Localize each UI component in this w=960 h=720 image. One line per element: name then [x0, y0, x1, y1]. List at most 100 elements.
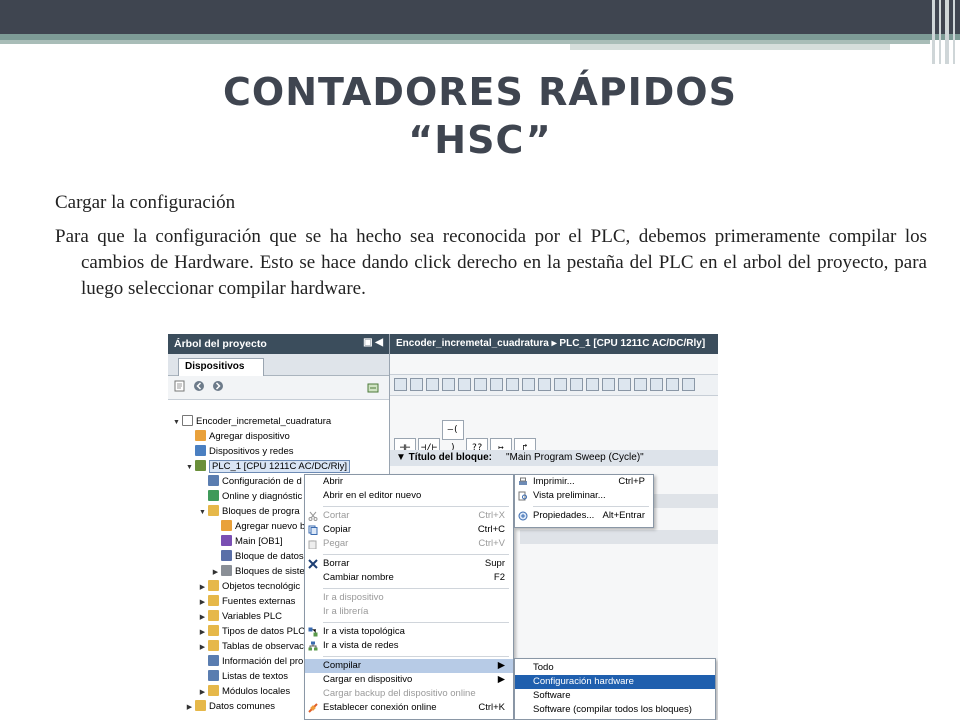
- menu-item-cortar[interactable]: Cortar Ctrl+X: [305, 509, 513, 523]
- menu-item-propiedades[interactable]: Propiedades... Alt+Entrar: [515, 509, 653, 523]
- project-icon: [182, 415, 193, 426]
- menu-item-vista-preliminar[interactable]: Vista preliminar...: [515, 489, 653, 503]
- panel-buttons[interactable]: ▣ ◀: [363, 337, 383, 348]
- print-preview-icon: [518, 491, 527, 501]
- toolbar-button[interactable]: [650, 378, 663, 391]
- diagnostics-icon: [208, 490, 219, 501]
- tab-strip: Dispositivos: [168, 354, 389, 376]
- menu-item-pegar[interactable]: Pegar Ctrl+V: [305, 537, 513, 551]
- block-title-label: ▼ Título del bloque:: [396, 452, 492, 463]
- menu-item-ir-libreria[interactable]: Ir a librería: [305, 605, 513, 619]
- submenu-item-software[interactable]: Software: [515, 689, 715, 703]
- folder-icon: [208, 625, 219, 636]
- toolbar-button[interactable]: [490, 378, 503, 391]
- toolbar-button[interactable]: [426, 378, 439, 391]
- topology-icon: [308, 627, 318, 637]
- toolbar-button[interactable]: [410, 378, 423, 391]
- plc-icon: [195, 460, 206, 471]
- submenu-arrow-icon: ▶: [497, 660, 505, 671]
- slide-subtitle: Cargar la configuración: [55, 192, 236, 213]
- toolbar-button[interactable]: [618, 378, 631, 391]
- device-config-icon: [208, 475, 219, 486]
- menu-separator: [323, 554, 509, 555]
- toolbar-button[interactable]: [602, 378, 615, 391]
- paste-icon: [308, 540, 317, 549]
- add-block-icon: [221, 520, 232, 531]
- menu-item-borrar[interactable]: Borrar Supr: [305, 557, 513, 571]
- tree-item-project[interactable]: ▼ Encoder_incremetal_cuadratura: [168, 414, 390, 429]
- menu-item-cargar-backup[interactable]: Cargar backup del dispositivo online: [305, 687, 513, 701]
- menu-separator: [323, 588, 509, 589]
- folder-icon: [208, 580, 219, 591]
- add-device-icon: [195, 430, 206, 441]
- toolbar-button[interactable]: [394, 378, 407, 391]
- menu-item-copiar[interactable]: Copiar Ctrl+C: [305, 523, 513, 537]
- toolbar-button[interactable]: [522, 378, 535, 391]
- menu-item-cambiar-nombre[interactable]: Cambiar nombre F2: [305, 571, 513, 585]
- toolbar-button[interactable]: [634, 378, 647, 391]
- toolbar-button[interactable]: [586, 378, 599, 391]
- data-block-icon: [221, 550, 232, 561]
- toolbar-button[interactable]: [474, 378, 487, 391]
- network-view-icon: [308, 641, 318, 651]
- folder-icon: [208, 610, 219, 621]
- back-icon[interactable]: [193, 380, 205, 392]
- folder-icon: [208, 640, 219, 651]
- submenu-item-todo[interactable]: Todo: [515, 661, 715, 675]
- menu-item-vista-redes[interactable]: Ir a vista de redes: [305, 639, 513, 653]
- tree-item-add-device[interactable]: Agregar dispositivo: [168, 429, 390, 444]
- tab-dispositivos[interactable]: Dispositivos: [178, 358, 264, 376]
- title-line-2: “HSC”: [408, 118, 552, 162]
- new-item-icon[interactable]: [174, 380, 186, 392]
- menu-item-conexion-online[interactable]: Establecer conexión online Ctrl+K: [305, 701, 513, 715]
- toolbar-button[interactable]: [554, 378, 567, 391]
- toolbar-button[interactable]: [570, 378, 583, 391]
- tree-toolbar: [168, 376, 389, 400]
- compile-submenu: Todo Configuración hardware Software Sof…: [514, 658, 716, 720]
- menu-separator: [323, 506, 509, 507]
- slide-title: CONTADORES RÁPIDOS “HSC”: [0, 68, 960, 164]
- properties-icon: [518, 511, 528, 521]
- toolbar-button[interactable]: [666, 378, 679, 391]
- menu-item-abrir-editor-nuevo[interactable]: Abrir en el editor nuevo: [305, 489, 513, 503]
- tia-portal-screenshot: Árbol del proyecto ▣ ◀ Dispositivos ▼ Enc…: [168, 334, 718, 720]
- forward-icon[interactable]: [212, 380, 224, 392]
- block-title-value[interactable]: "Main Program Sweep (Cycle)": [506, 452, 644, 463]
- print-icon: [519, 477, 527, 485]
- toolbar-button[interactable]: [442, 378, 455, 391]
- menu-item-abrir[interactable]: Abrir: [305, 475, 513, 489]
- devices-networks-icon: [195, 445, 206, 456]
- toolbar-button[interactable]: [506, 378, 519, 391]
- menu-item-compilar[interactable]: Compilar ▶: [305, 659, 513, 673]
- context-menu: Abrir Abrir en el editor nuevo Cortar Ctr…: [304, 474, 514, 720]
- project-tree-title: Árbol del proyecto: [174, 338, 267, 350]
- folder-icon: [208, 595, 219, 606]
- editor-toolbar: [390, 374, 718, 396]
- submenu-item-configuracion-hardware[interactable]: Configuración hardware: [515, 675, 715, 689]
- submenu-item-software-todos[interactable]: Software (compilar todos los bloques): [515, 703, 715, 717]
- program-info-icon: [208, 655, 219, 666]
- system-blocks-icon: [221, 565, 232, 576]
- tree-item-plc[interactable]: ▼ PLC_1 [CPU 1211C AC/DC/Rly]: [168, 459, 390, 474]
- coil-button[interactable]: –( ): [442, 420, 464, 453]
- copy-icon: [308, 525, 318, 535]
- top-stripe: [570, 44, 890, 50]
- ob-block-icon: [221, 535, 232, 546]
- menu-item-ir-dispositivo[interactable]: Ir a dispositivo: [305, 591, 513, 605]
- top-bar: [0, 0, 960, 34]
- toolbar-button[interactable]: [458, 378, 471, 391]
- project-tree-header: Árbol del proyecto ▣ ◀: [168, 334, 389, 354]
- print-menu: Imprimir... Ctrl+P Vista preliminar... Pr…: [514, 474, 654, 528]
- submenu-arrow-icon: ▶: [497, 674, 505, 685]
- network-bar: [520, 530, 718, 544]
- menu-item-imprimir[interactable]: Imprimir... Ctrl+P: [515, 475, 653, 489]
- toolbar-button[interactable]: [538, 378, 551, 391]
- toolbar-button[interactable]: [682, 378, 695, 391]
- menu-item-vista-topologica[interactable]: Ir a vista topológica: [305, 625, 513, 639]
- online-connection-icon: [308, 703, 318, 713]
- slide-paragraph: Para que la configuración que se ha hech…: [55, 226, 927, 299]
- tree-item-devices-networks[interactable]: Dispositivos y redes: [168, 444, 390, 459]
- network-icon[interactable]: [367, 382, 379, 394]
- menu-item-cargar-dispositivo[interactable]: Cargar en dispositivo ▶: [305, 673, 513, 687]
- folder-icon: [208, 505, 219, 516]
